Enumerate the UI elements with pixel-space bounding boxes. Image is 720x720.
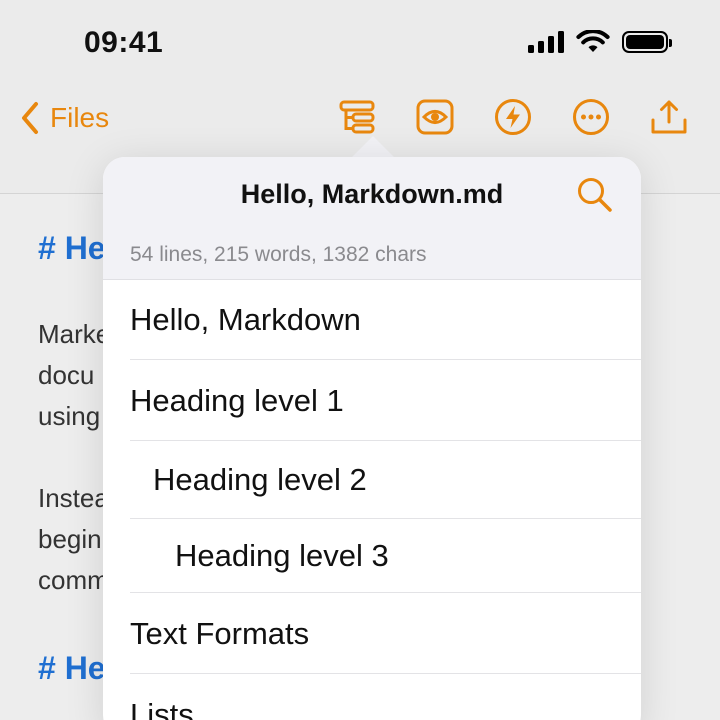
cellular-signal-icon xyxy=(528,31,564,53)
outline-item-text-formats[interactable]: Text Formats xyxy=(103,593,641,674)
battery-icon xyxy=(622,31,672,53)
preview-button[interactable] xyxy=(414,96,456,138)
outline-item-heading-level-2[interactable]: Heading level 2 xyxy=(103,441,641,519)
doc-heading: # He xyxy=(38,230,106,266)
status-time: 09:41 xyxy=(84,26,164,59)
back-button[interactable]: Files xyxy=(20,98,109,138)
bolt-icon xyxy=(495,99,531,135)
preview-eye-icon xyxy=(416,99,454,135)
outline-icon xyxy=(339,100,375,134)
chevron-left-icon xyxy=(22,102,38,134)
outline-item-label: Heading level 2 xyxy=(153,462,367,497)
outline-item-lists[interactable]: Lists xyxy=(103,674,641,720)
outline-item-hello-markdown[interactable]: Hello, Markdown xyxy=(103,280,641,360)
wifi-icon xyxy=(576,30,610,52)
popover-header: Hello, Markdown.md 54 lines, 215 words, … xyxy=(103,157,641,280)
popover-arrow xyxy=(351,136,395,158)
more-button[interactable] xyxy=(570,96,612,138)
outline-item-label: Heading level 3 xyxy=(175,538,389,573)
doc-heading: # He xyxy=(38,650,106,686)
outline-item-label: Hello, Markdown xyxy=(130,302,361,337)
file-title: Hello, Markdown.md xyxy=(240,179,504,209)
back-label: Files xyxy=(50,102,110,133)
outline-item-heading-level-1[interactable]: Heading level 1 xyxy=(103,360,641,441)
outline-item-label: Text Formats xyxy=(130,615,310,651)
outline-item-label: Lists xyxy=(130,696,194,720)
search-icon xyxy=(578,178,612,212)
outline-popover: Hello, Markdown.md 54 lines, 215 words, … xyxy=(103,157,641,720)
outline-item-heading-level-3[interactable]: Heading level 3 xyxy=(103,519,641,593)
search-button[interactable] xyxy=(575,175,615,215)
status-bar: 09:41 xyxy=(0,0,720,80)
toolbar xyxy=(336,96,690,138)
outline-item-label: Heading level 1 xyxy=(130,382,344,418)
status-icons xyxy=(528,30,672,54)
outline-button[interactable] xyxy=(336,96,378,138)
actions-button[interactable] xyxy=(492,96,534,138)
document-stats: 54 lines, 215 words, 1382 chars xyxy=(130,243,427,266)
more-icon xyxy=(573,99,609,135)
share-icon xyxy=(651,100,687,134)
share-button[interactable] xyxy=(648,96,690,138)
outline-list: Hello, Markdown Heading level 1 Heading … xyxy=(103,280,641,720)
